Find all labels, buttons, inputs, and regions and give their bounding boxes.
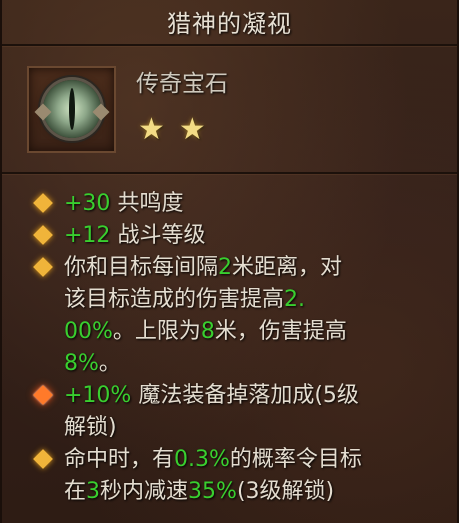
header-divider: [2, 172, 457, 174]
affix-value: 2.: [284, 287, 306, 312]
star-burst-bullet-icon: [33, 385, 53, 405]
affix-text: 秒内减速: [100, 479, 189, 504]
affix-value: 0.3%: [174, 447, 230, 472]
affix-slow-on-hit: 命中时，有0.3%的概率令目标 在3秒内减速35%(3级解锁): [2, 444, 459, 508]
item-rarity: 传奇宝石: [136, 71, 228, 97]
affix-text: 命中时，有: [64, 447, 175, 472]
affix-value: +12: [64, 223, 111, 248]
affix-text: 。上限为: [112, 319, 201, 344]
item-tooltip: 猎神的凝视 传奇宝石 ★ ★ +30 共鸣度 +12 战斗等级 你和目标每间隔2…: [0, 0, 459, 523]
affix-resonance: +30 共鸣度: [2, 188, 459, 220]
affix-value: 00%: [64, 319, 113, 344]
affix-value: 2: [218, 255, 233, 280]
diamond-bullet-icon: [33, 225, 53, 245]
affix-value: +30: [64, 191, 111, 216]
star-icon: ★: [138, 112, 165, 147]
affix-text: 魔法装备掉落加成(5级: [138, 383, 359, 408]
star-rating: ★ ★: [138, 114, 206, 146]
affix-text: 该目标造成的伤害提高: [64, 287, 285, 312]
diamond-bullet-icon: [33, 449, 53, 469]
affix-text: 。: [98, 351, 121, 376]
affix-combat-level: +12 战斗等级: [2, 220, 459, 252]
affix-value: 8%: [64, 351, 99, 376]
affix-text: (3级解锁): [236, 479, 335, 504]
affix-text: 战斗等级: [117, 223, 206, 248]
affix-text: 你和目标每间隔: [64, 255, 219, 280]
diamond-bullet-icon: [33, 193, 53, 213]
affix-text: 在: [64, 479, 87, 504]
affix-value: 3: [86, 479, 101, 504]
affix-list: +30 共鸣度 +12 战斗等级 你和目标每间隔2米距离，对 该目标造成的伤害提…: [2, 188, 459, 508]
affix-value: +10%: [64, 383, 132, 408]
affix-value: 35%: [188, 479, 237, 504]
affix-text: 共鸣度: [117, 191, 184, 216]
affix-magic-find: +10% 魔法装备掉落加成(5级 解锁): [2, 380, 459, 444]
item-icon-frame: [27, 66, 116, 153]
title-divider: [2, 44, 457, 46]
affix-text: 的概率令目标: [229, 447, 362, 472]
diamond-bullet-icon: [33, 257, 53, 277]
affix-distance-damage: 你和目标每间隔2米距离，对 该目标造成的伤害提高2. 00%。上限为8米，伤害提…: [2, 252, 459, 380]
affix-text: 解锁): [64, 415, 117, 440]
item-name: 猎神的凝视: [167, 10, 292, 38]
gem-pupil: [69, 88, 75, 130]
affix-value: 8: [200, 319, 215, 344]
eye-gem-icon: [43, 80, 101, 138]
star-icon: ★: [178, 112, 206, 147]
affix-text: 米距离，对: [232, 255, 343, 280]
affix-text: 米，伤害提高: [214, 319, 347, 344]
